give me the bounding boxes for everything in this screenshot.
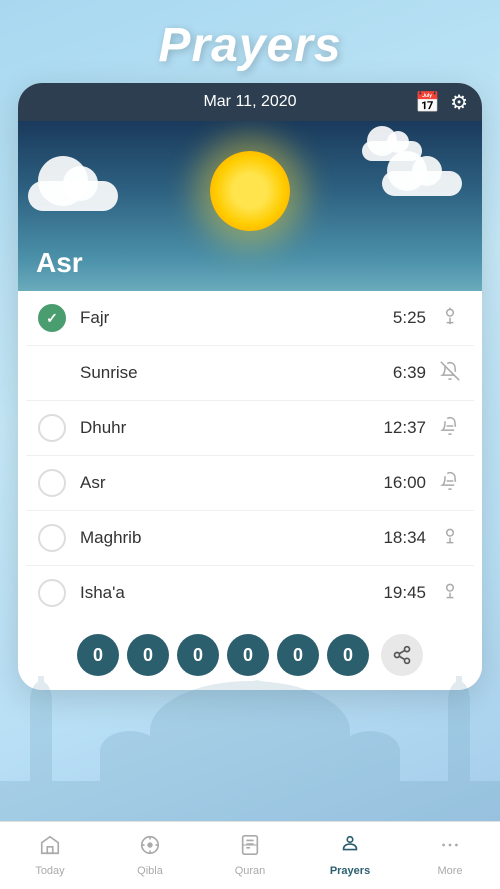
prayer-bell-fajr[interactable]: [438, 306, 462, 331]
prayers-icon: [339, 834, 361, 862]
prayer-name-fajr: Fajr: [80, 308, 393, 328]
prayer-check-asr[interactable]: [38, 469, 66, 497]
prayer-name-asr: Asr: [80, 473, 383, 493]
nav-label-more: More: [437, 865, 462, 877]
settings-icon[interactable]: ⚙: [450, 90, 468, 115]
prayer-name-maghrib: Maghrib: [80, 528, 383, 548]
prayer-bell-maghrib[interactable]: [438, 526, 462, 551]
sky-scene: Asr: [18, 121, 482, 291]
prayer-item-maghrib[interactable]: Maghrib 18:34: [26, 511, 474, 566]
prayer-time-ishaa: 19:45: [383, 583, 426, 603]
prayer-item-asr[interactable]: Asr 16:00: [26, 456, 474, 511]
prayer-time-fajr: 5:25: [393, 308, 426, 328]
prayer-check-dhuhr[interactable]: [38, 414, 66, 442]
nav-item-prayers[interactable]: Prayers: [300, 822, 400, 889]
prayer-check-ishaa[interactable]: [38, 579, 66, 607]
prayer-name-dhuhr: Dhuhr: [80, 418, 383, 438]
prayer-check-maghrib[interactable]: [38, 524, 66, 552]
prayer-time-maghrib: 18:34: [383, 528, 426, 548]
quran-icon: [239, 834, 261, 862]
nav-item-more[interactable]: More: [400, 822, 500, 889]
prayer-item-sunrise[interactable]: Sunrise 6:39: [26, 346, 474, 401]
main-card: Mar 11, 2020 📅 ⚙ Asr Fajr 5:25: [18, 83, 482, 690]
nav-label-quran: Quran: [235, 865, 266, 877]
prayer-list: Fajr 5:25 Sunrise 6:39: [18, 291, 482, 620]
prayer-time-asr: 16:00: [383, 473, 426, 493]
sun: [210, 151, 290, 231]
date-text: Mar 11, 2020: [203, 93, 296, 111]
page-title: Prayers: [0, 0, 500, 83]
nav-label-prayers: Prayers: [330, 865, 370, 877]
prayer-name-ishaa: Isha'a: [80, 583, 383, 603]
cloud-left: [28, 181, 118, 211]
prayer-item-ishaa[interactable]: Isha'a 19:45: [26, 566, 474, 620]
card-header: Mar 11, 2020 📅 ⚙: [18, 83, 482, 121]
nav-item-quran[interactable]: Quran: [200, 822, 300, 889]
prayer-item-fajr[interactable]: Fajr 5:25: [26, 291, 474, 346]
prayer-name-sunrise: Sunrise: [80, 363, 393, 383]
cloud-right: [382, 171, 462, 196]
nav-label-qibla: Qibla: [137, 865, 163, 877]
nav-item-qibla[interactable]: Qibla: [100, 822, 200, 889]
prayer-check-fajr[interactable]: [38, 304, 66, 332]
prayer-item-dhuhr[interactable]: Dhuhr 12:37: [26, 401, 474, 456]
prayer-check-sunrise: [38, 359, 66, 387]
prayer-time-dhuhr: 12:37: [383, 418, 426, 438]
bottom-nav: Today Qibla Quran: [0, 821, 500, 889]
nav-label-today: Today: [35, 865, 64, 877]
prayer-bell-ishaa[interactable]: [438, 581, 462, 606]
prayer-time-sunrise: 6:39: [393, 363, 426, 383]
more-icon: [439, 834, 461, 862]
nav-item-today[interactable]: Today: [0, 822, 100, 889]
prayer-bell-dhuhr[interactable]: [438, 416, 462, 441]
cloud-top-right: [362, 141, 422, 161]
calendar-icon[interactable]: 📅: [415, 90, 440, 115]
prayer-bell-asr[interactable]: [438, 471, 462, 496]
prayer-bell-sunrise[interactable]: [438, 361, 462, 386]
current-prayer-label: Asr: [36, 247, 83, 279]
home-icon: [39, 834, 61, 862]
qibla-icon: [139, 834, 161, 862]
